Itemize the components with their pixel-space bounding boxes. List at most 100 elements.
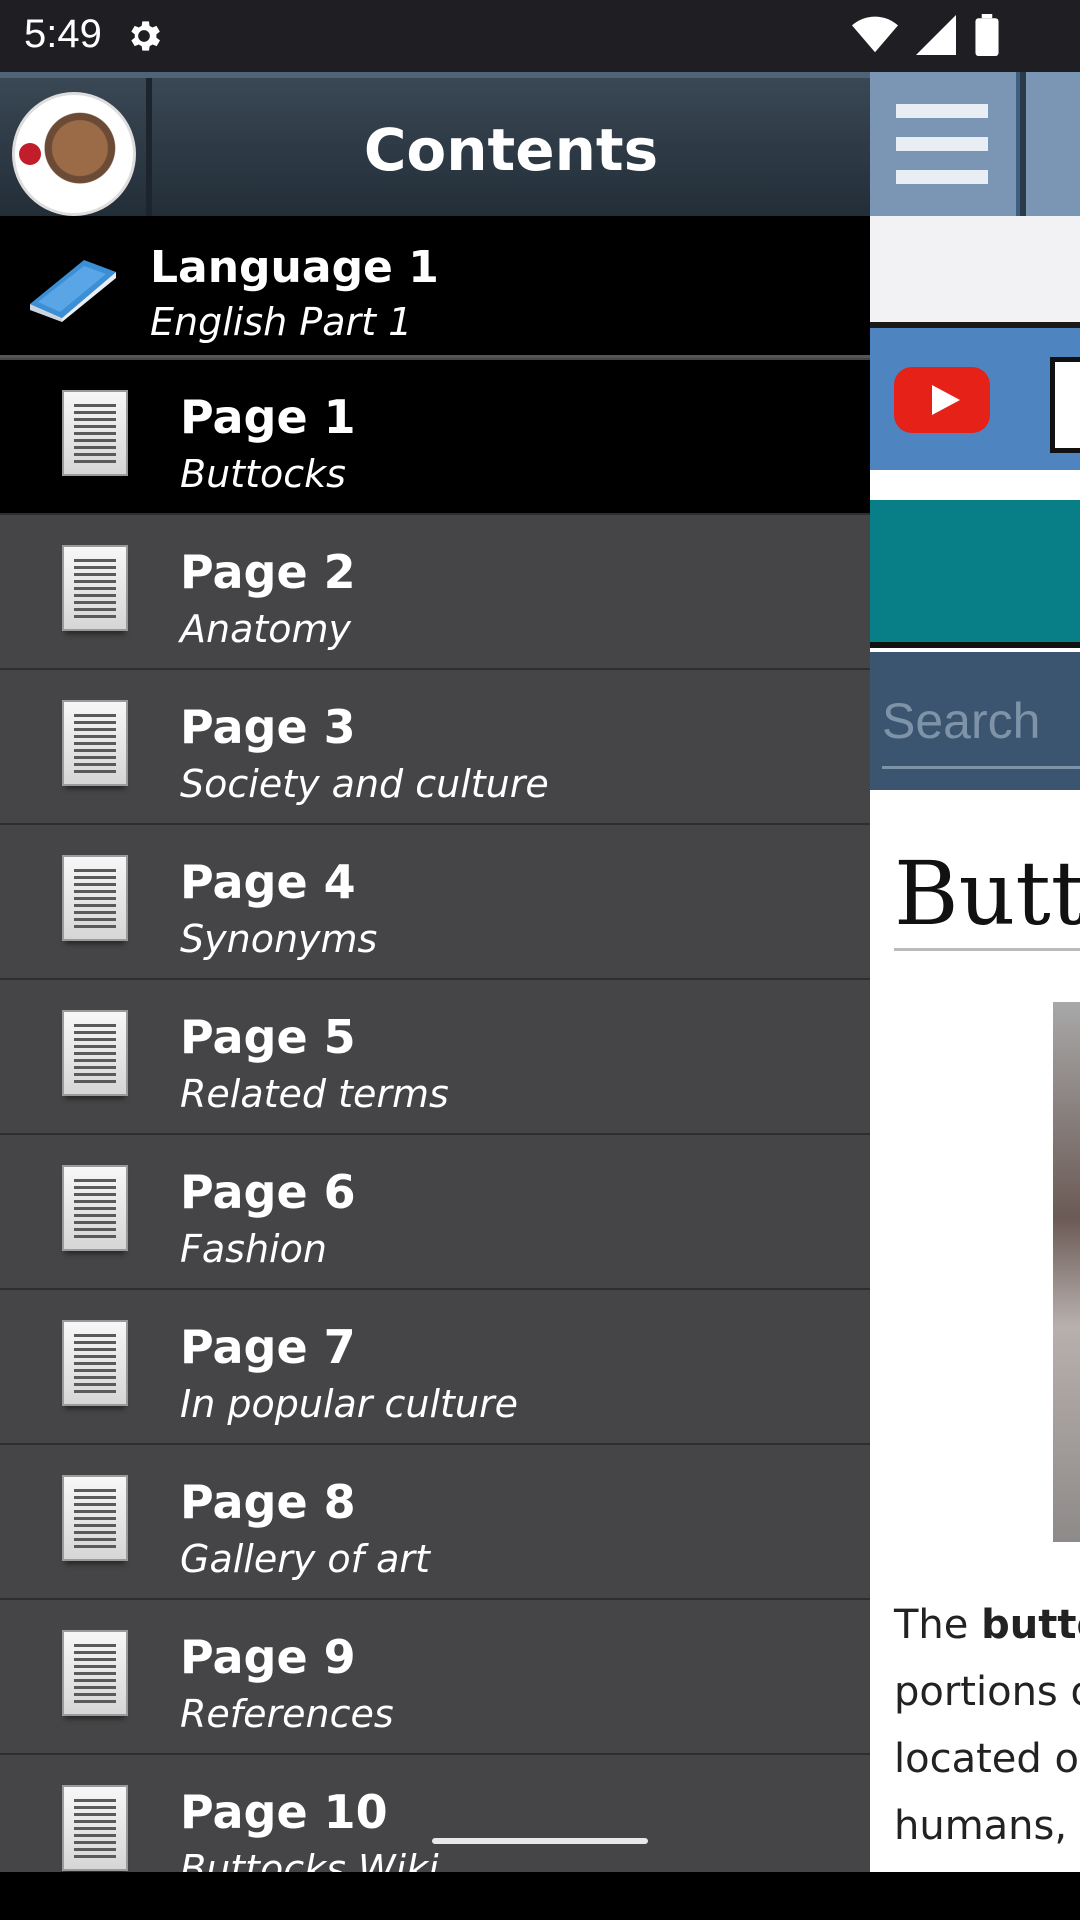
app-logo <box>12 92 136 216</box>
document-line <box>74 1059 116 1062</box>
item-title: Page 8 <box>180 1475 356 1529</box>
document-icon <box>62 1475 128 1561</box>
document-line <box>74 1228 116 1231</box>
document-line <box>74 1686 116 1689</box>
group-subtitle: English Part 1 <box>150 300 413 344</box>
document-line <box>74 904 116 907</box>
document-icon <box>62 1010 128 1096</box>
document-line <box>74 749 116 752</box>
search-input[interactable]: Search <box>882 692 1040 750</box>
status-bar: 5:49 <box>0 0 1080 72</box>
divider <box>870 642 1080 648</box>
list-item-page-1[interactable]: Page 1 Buttocks <box>0 360 870 515</box>
menu-button[interactable] <box>870 72 1016 216</box>
item-subtitle: Related terms <box>180 1072 449 1116</box>
document-icon <box>62 390 128 476</box>
document-line <box>74 714 116 717</box>
title-underline <box>894 948 1080 951</box>
toolbar-button[interactable] <box>1026 72 1080 216</box>
list-item-page-2[interactable]: Page 2 Anatomy <box>0 515 870 670</box>
item-subtitle: References <box>180 1692 394 1736</box>
item-title: Page 9 <box>180 1630 356 1684</box>
list-item-page-5[interactable]: Page 5 Related terms <box>0 980 870 1135</box>
teal-banner <box>870 500 1080 642</box>
article-content: Search Buttocks The buttocks portions of… <box>870 72 1080 1872</box>
list-item-page-4[interactable]: Page 4 Synonyms <box>0 825 870 980</box>
document-line <box>74 439 116 442</box>
document-line <box>74 615 116 618</box>
document-line <box>74 1799 116 1802</box>
book-icon <box>30 260 116 322</box>
document-line <box>74 1038 116 1041</box>
document-icon <box>62 700 128 786</box>
document-line <box>74 1186 116 1189</box>
document-line <box>74 1644 116 1647</box>
settings-gear-icon <box>131 21 160 51</box>
list-item-page-9[interactable]: Page 9 References <box>0 1600 870 1755</box>
document-line <box>74 1693 116 1696</box>
document-line <box>74 1679 116 1682</box>
document-line <box>74 559 116 562</box>
document-line <box>74 1834 116 1837</box>
document-line <box>74 876 116 879</box>
drawer-title: Contents <box>363 116 659 184</box>
list-item-page-10[interactable]: Page 10 Buttocks Wiki <box>0 1755 870 1872</box>
list-item-page-3[interactable]: Page 3 Society and culture <box>0 670 870 825</box>
document-line <box>74 1496 116 1499</box>
document-line <box>74 1341 116 1344</box>
article-image[interactable] <box>1053 1002 1080 1542</box>
ebook-icon[interactable] <box>1050 357 1080 453</box>
document-line <box>74 918 116 921</box>
document-line <box>74 1214 116 1217</box>
document-icon <box>62 1785 128 1871</box>
document-line <box>74 1052 116 1055</box>
document-line <box>74 735 116 738</box>
list-item-page-7[interactable]: Page 7 In popular culture <box>0 1290 870 1445</box>
article-paragraph: The buttocks portions of located on huma… <box>894 1602 1080 1849</box>
document-line <box>74 1855 116 1858</box>
list-item-page-8[interactable]: Page 8 Gallery of art <box>0 1445 870 1600</box>
document-line <box>74 1207 116 1210</box>
document-line <box>74 1221 116 1224</box>
item-subtitle: In popular culture <box>180 1382 519 1426</box>
battery-icon <box>975 14 999 56</box>
youtube-icon[interactable] <box>894 367 990 433</box>
document-line <box>74 1066 116 1069</box>
document-line <box>74 1235 116 1238</box>
document-icon <box>62 1165 128 1251</box>
document-line <box>74 1848 116 1851</box>
document-line <box>74 608 116 611</box>
document-line <box>74 1700 116 1703</box>
document-line <box>74 1383 116 1386</box>
document-line <box>74 1538 116 1541</box>
document-line <box>74 1503 116 1506</box>
document-line <box>74 770 116 773</box>
item-subtitle: Buttocks Wiki <box>180 1847 439 1872</box>
document-line <box>74 1031 116 1034</box>
document-line <box>74 1390 116 1393</box>
item-title: Page 7 <box>180 1320 356 1374</box>
group-language-1[interactable]: Language 1 English Part 1 <box>0 216 870 358</box>
document-line <box>74 411 116 414</box>
document-line <box>74 763 116 766</box>
document-icon <box>62 855 128 941</box>
document-line <box>74 580 116 583</box>
item-subtitle: Buttocks <box>180 452 346 496</box>
document-line <box>74 1672 116 1675</box>
document-line <box>74 897 116 900</box>
document-line <box>74 1806 116 1809</box>
document-line <box>74 1841 116 1844</box>
document-line <box>74 1489 116 1492</box>
status-time: 5:49 <box>24 12 102 56</box>
document-line <box>74 1334 116 1337</box>
document-line <box>74 1200 116 1203</box>
item-subtitle: Synonyms <box>180 917 378 961</box>
item-title: Page 6 <box>180 1165 356 1219</box>
list-item-page-6[interactable]: Page 6 Fashion <box>0 1135 870 1290</box>
document-line <box>74 1355 116 1358</box>
item-subtitle: Fashion <box>180 1227 327 1271</box>
document-line <box>74 425 116 428</box>
document-line <box>74 1658 116 1661</box>
item-title: Page 1 <box>180 390 356 444</box>
gesture-handle[interactable] <box>432 1838 648 1844</box>
